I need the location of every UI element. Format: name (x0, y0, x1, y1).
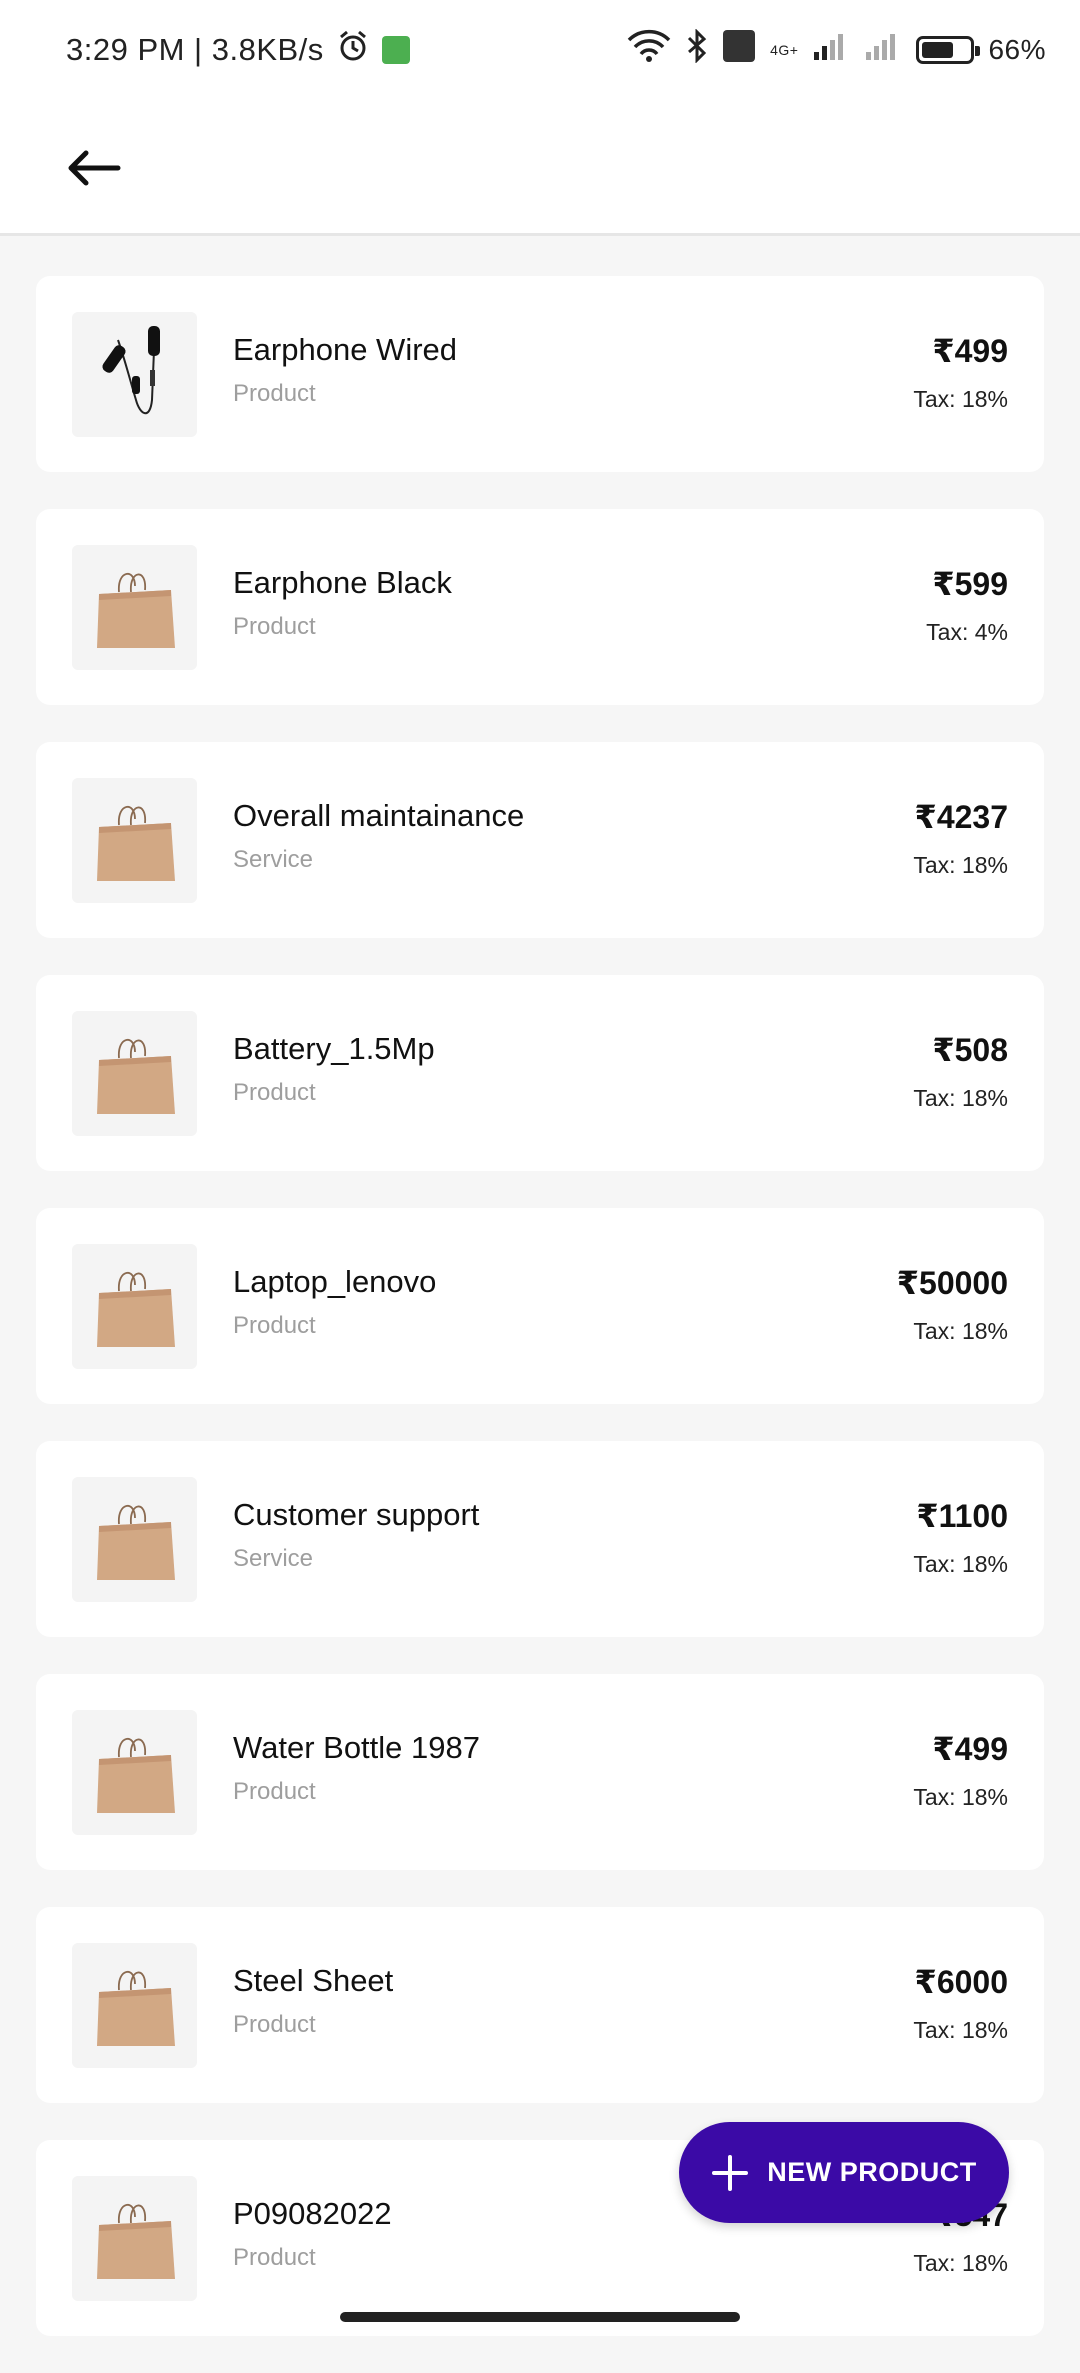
product-card[interactable]: Steel Sheet Product ₹6000 Tax: 18% (36, 1907, 1044, 2103)
status-left: 3:29 PM | 3.8KB/s (66, 29, 410, 71)
product-tax: Tax: 18% (913, 852, 1008, 878)
product-price: ₹599 (932, 566, 1008, 602)
product-name: Laptop_lenovo (233, 1264, 437, 1299)
alarm-icon (336, 29, 370, 71)
app-header (0, 100, 1080, 236)
product-tax: Tax: 18% (913, 1085, 1008, 1111)
product-price: ₹4237 (914, 799, 1008, 835)
signal-icon-2 (864, 30, 902, 70)
battery-icon (916, 36, 981, 64)
shopping-bag-image (72, 1011, 197, 1136)
product-name: Water Bottle 1987 (233, 1730, 480, 1765)
product-name: Battery_1.5Mp (233, 1031, 435, 1066)
network-label: 4G+ (770, 42, 799, 58)
product-price: ₹508 (932, 1032, 1008, 1068)
product-type: Product (233, 613, 316, 640)
product-type: Product (233, 1312, 316, 1339)
shopping-bag-image (72, 2176, 197, 2301)
product-card[interactable]: Battery_1.5Mp Product ₹508 Tax: 18% (36, 975, 1044, 1171)
product-card[interactable]: Overall maintainance Service ₹4237 Tax: 18% (36, 742, 1044, 938)
product-price: ₹50000 (896, 1265, 1008, 1301)
shopping-bag-image (72, 778, 197, 903)
product-name: Customer support (233, 1497, 480, 1532)
status-bar: 3:29 PM | 3.8KB/s 4G+ 66% (0, 0, 1080, 100)
product-tax: Tax: 18% (913, 2017, 1008, 2043)
battery-percent: 66% (988, 34, 1046, 65)
home-indicator[interactable] (340, 2312, 740, 2322)
product-card[interactable]: Earphone Black Product ₹599 Tax: 4% (36, 509, 1044, 705)
arrow-left-icon (68, 150, 121, 186)
shopping-bag-image (72, 1710, 197, 1835)
status-right: 4G+ 66% (626, 28, 1046, 71)
product-tax: Tax: 18% (913, 386, 1008, 412)
volte-icon (722, 29, 756, 71)
product-price: ₹6000 (914, 1964, 1008, 2000)
plus-icon (712, 2154, 749, 2191)
product-card[interactable]: Earphone Wired Product ₹499 Tax: 18% (36, 276, 1044, 472)
product-name: Earphone Wired (233, 332, 458, 367)
shopping-bag-image (72, 1477, 197, 1602)
product-type: Product (233, 380, 316, 407)
product-type: Product (233, 1778, 316, 1805)
status-time: 3:29 PM | 3.8KB/s (66, 32, 324, 67)
new-product-button[interactable]: NEW PRODUCT (679, 2122, 1009, 2223)
product-card[interactable]: Laptop_lenovo Product ₹50000 Tax: 18% (36, 1208, 1044, 1404)
product-tax: Tax: 18% (913, 1318, 1008, 1344)
product-name: Overall maintainance (233, 798, 525, 833)
product-type: Product (233, 2011, 316, 2038)
earphone-image (72, 312, 197, 437)
app-notification-icon (381, 36, 410, 64)
shopping-bag-image (72, 545, 197, 670)
new-product-label: NEW PRODUCT (767, 2157, 977, 2187)
product-name: Earphone Black (233, 565, 452, 600)
product-type: Product (233, 1079, 316, 1106)
product-tax: Tax: 18% (913, 2250, 1008, 2276)
product-type: Service (233, 846, 314, 873)
wifi-icon (626, 29, 672, 71)
shopping-bag-image (72, 1943, 197, 2068)
product-type: Service (233, 1545, 314, 1572)
product-tax: Tax: 18% (913, 1784, 1008, 1810)
product-card[interactable]: Customer support Service ₹1100 Tax: 18% (36, 1441, 1044, 1637)
product-type: Product (233, 2244, 316, 2271)
product-name: Steel Sheet (233, 1963, 394, 1998)
product-name: P09082022 (233, 2196, 392, 2231)
product-tax: Tax: 4% (926, 619, 1008, 645)
bluetooth-icon (686, 28, 708, 71)
battery-fill (922, 42, 953, 58)
product-tax: Tax: 18% (913, 1551, 1008, 1577)
signal-icon-1 (812, 30, 850, 70)
product-list: Earphone Wired Product ₹499 Tax: 18% Earphon… (36, 276, 1044, 2373)
product-price: ₹1100 (916, 1498, 1008, 1534)
product-card[interactable]: Water Bottle 1987 Product ₹499 Tax: 18% (36, 1674, 1044, 1870)
back-button[interactable] (62, 136, 126, 200)
shopping-bag-image (72, 1244, 197, 1369)
product-price: ₹499 (932, 1731, 1008, 1767)
product-price: ₹499 (932, 333, 1008, 369)
